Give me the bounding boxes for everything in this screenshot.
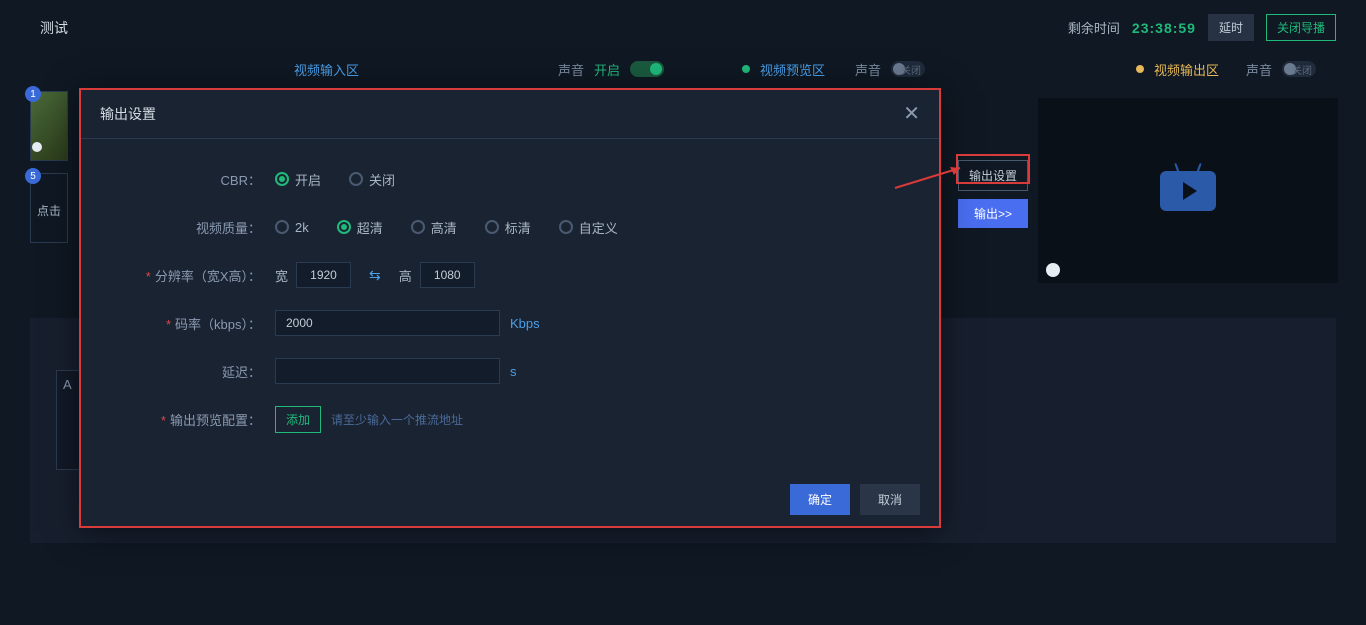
- status-dot-output: [1136, 65, 1144, 73]
- audio-label-output: 声音: [1246, 60, 1272, 79]
- tab-output-area[interactable]: 视频输出区: [1154, 60, 1219, 79]
- ok-button[interactable]: 确定: [790, 484, 850, 515]
- radio-quality-custom[interactable]: 自定义: [559, 218, 618, 237]
- page-title: 测试: [40, 18, 68, 38]
- height-input[interactable]: [420, 262, 475, 288]
- thumb-slider-1[interactable]: [32, 142, 42, 152]
- status-dot-preview: [742, 65, 750, 73]
- output-settings-button[interactable]: 输出设置: [958, 160, 1028, 191]
- swap-icon[interactable]: ⇆: [351, 267, 399, 284]
- close-icon[interactable]: ✕: [903, 101, 920, 126]
- height-label: 高: [399, 266, 412, 285]
- tab-preview-area[interactable]: 视频预览区: [760, 60, 825, 79]
- add-stream-button[interactable]: 添加: [275, 406, 321, 433]
- radio-quality-2k[interactable]: 2k: [275, 220, 309, 235]
- bitrate-unit: Kbps: [510, 316, 540, 331]
- audio-label-input: 声音: [558, 60, 584, 79]
- audio-toggle-output[interactable]: 关闭: [1282, 61, 1316, 77]
- cancel-button[interactable]: 取消: [860, 484, 920, 515]
- output-action-button[interactable]: 输出>>: [958, 199, 1028, 228]
- label-video-quality: 视频质量：: [120, 218, 275, 237]
- width-input[interactable]: [296, 262, 351, 288]
- label-resolution: *分辨率（宽X高）：: [120, 266, 275, 285]
- extend-time-button[interactable]: 延时: [1208, 14, 1254, 41]
- thumb-badge-1: 1: [25, 86, 41, 102]
- modal-title: 输出设置: [100, 104, 156, 124]
- preview-slider-handle[interactable]: [1046, 263, 1060, 277]
- radio-quality-sd[interactable]: 标清: [485, 218, 531, 237]
- delay-input[interactable]: [275, 358, 500, 384]
- remaining-time-value: 23:38:59: [1132, 20, 1196, 36]
- audio-on-label: 开启: [594, 60, 620, 79]
- radio-cbr-on[interactable]: 开启: [275, 170, 321, 189]
- remaining-time-label: 剩余时间: [1068, 18, 1120, 37]
- radio-cbr-off[interactable]: 关闭: [349, 170, 395, 189]
- stream-hint: 请至少输入一个推流地址: [331, 411, 463, 428]
- thumbnail-1[interactable]: 1: [30, 91, 68, 161]
- output-settings-modal: 输出设置 ✕ CBR： 开启 关闭 视频质量： 2k 超清 高清: [79, 88, 941, 528]
- output-preview-panel: [1038, 98, 1338, 283]
- delay-unit: s: [510, 364, 517, 379]
- close-director-button[interactable]: 关闭导播: [1266, 14, 1336, 41]
- radio-quality-hd[interactable]: 高清: [411, 218, 457, 237]
- thumb-badge-5: 5: [25, 168, 41, 184]
- audio-toggle-preview[interactable]: 关闭: [891, 61, 925, 77]
- audio-toggle-input[interactable]: [630, 61, 664, 77]
- tab-input-area[interactable]: 视频输入区: [294, 60, 359, 79]
- bitrate-input[interactable]: [275, 310, 500, 336]
- radio-quality-uhd[interactable]: 超清: [337, 218, 383, 237]
- label-cbr: CBR：: [120, 170, 275, 189]
- thumbnail-5[interactable]: 5 点击: [30, 173, 68, 243]
- label-bitrate: *码率（kbps）：: [120, 314, 275, 333]
- label-delay: 延迟：: [120, 362, 275, 381]
- width-label: 宽: [275, 266, 288, 285]
- play-icon: [1160, 171, 1216, 211]
- label-preview-config: *输出预览配置：: [120, 410, 275, 429]
- audio-label-preview: 声音: [855, 60, 881, 79]
